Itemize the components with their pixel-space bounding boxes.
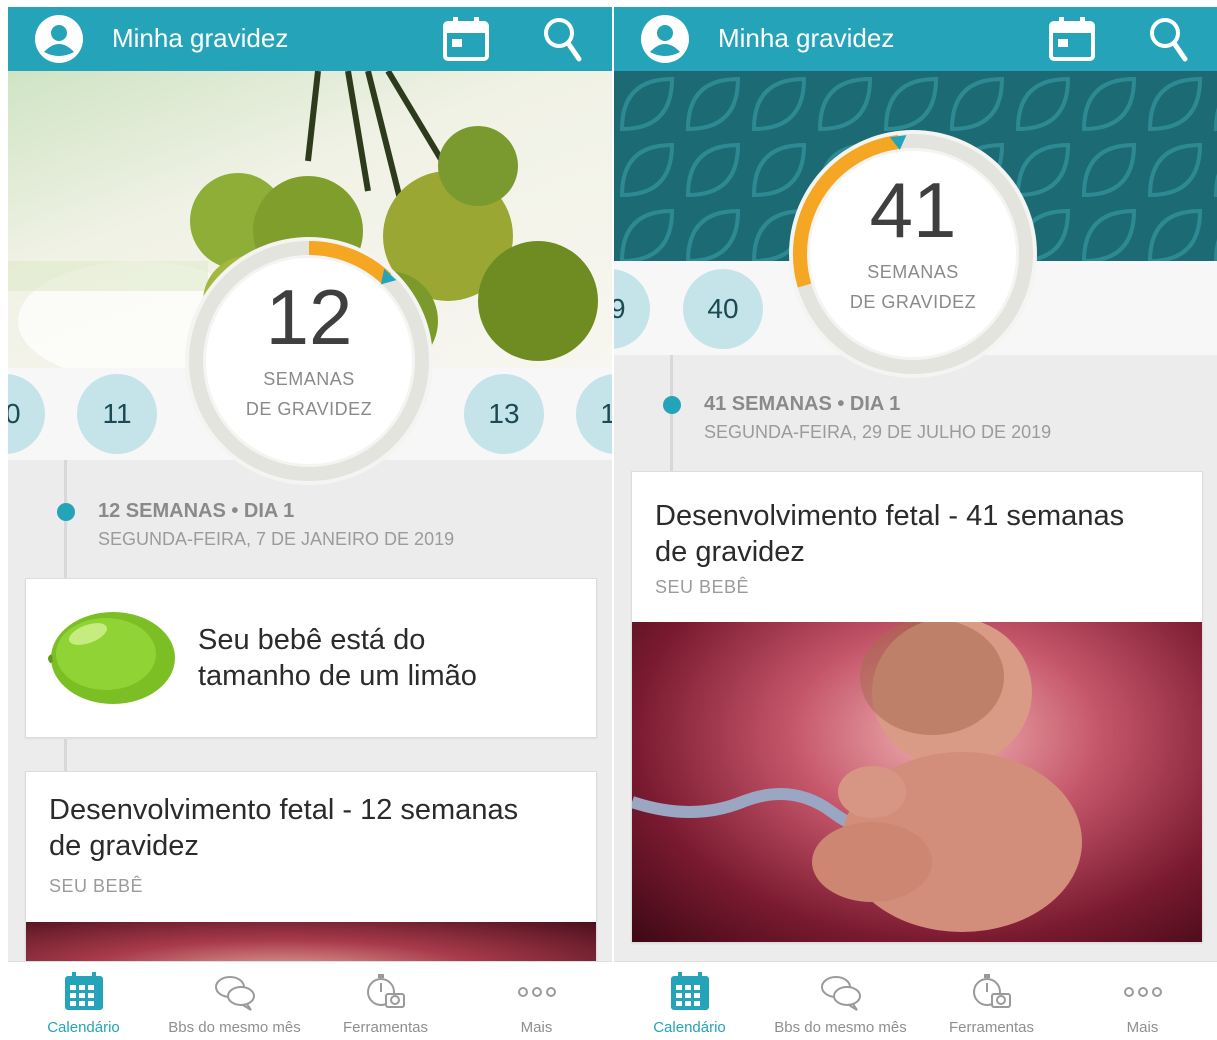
tab-calendar[interactable]: Calendário xyxy=(8,962,159,1040)
weeks-progress-ring[interactable]: 12 SEMANAS DE GRAVIDEZ xyxy=(184,236,434,486)
screen-week-12: Minha gravidez 10 11 13 xyxy=(8,7,612,1040)
timeline-dot xyxy=(57,503,75,521)
tab-more[interactable]: Mais xyxy=(461,962,612,1040)
timeline-dot xyxy=(663,396,681,414)
tab-same-month-babies[interactable]: Bbs do mesmo mês xyxy=(765,962,916,1040)
size-text-line1: Seu bebê está do xyxy=(198,624,426,656)
tab-label: Ferramentas xyxy=(342,1019,429,1036)
app-header: Minha gravidez xyxy=(614,7,1217,71)
fetus-image xyxy=(632,622,1202,942)
card-subtitle: SEU BEBÊ xyxy=(49,876,144,896)
bottom-tab-bar: Calendário Bbs do mesmo mês Ferramentas xyxy=(614,961,1217,1040)
tools-icon xyxy=(972,974,1011,1008)
header-title: Minha gravidez xyxy=(112,23,289,53)
fetal-development-card[interactable]: Desenvolvimento fetal - 12 semanas de gr… xyxy=(25,771,597,973)
ring-label-line1: SEMANAS xyxy=(263,369,355,389)
day-date: SEGUNDA-FEIRA, 29 DE JULHO DE 2019 xyxy=(704,422,1052,442)
screen-week-41: Minha gravidez 39 40 xyxy=(614,7,1217,1040)
weeks-progress-ring[interactable]: 41 SEMANAS DE GRAVIDEZ xyxy=(788,129,1038,379)
calendar-icon[interactable] xyxy=(1048,16,1096,62)
card-title-line1: Desenvolvimento fetal - 12 semanas xyxy=(49,794,519,826)
lime-icon xyxy=(48,612,175,704)
card-title-line2: de gravidez xyxy=(49,830,199,862)
ring-label-line2: DE GRAVIDEZ xyxy=(245,399,373,419)
chat-bubbles-icon xyxy=(820,976,861,1011)
tab-label: Bbs do mesmo mês xyxy=(774,1019,907,1036)
tab-label: Calendário xyxy=(47,1019,120,1036)
day-title: 12 SEMANAS • DIA 1 xyxy=(98,500,295,522)
tab-label: Calendário xyxy=(653,1019,726,1036)
ring-label-line1: SEMANAS xyxy=(867,262,959,282)
week-circle[interactable]: 13 xyxy=(464,374,544,454)
more-dots-icon xyxy=(517,987,556,997)
tab-tools[interactable]: Ferramentas xyxy=(916,962,1067,1040)
tab-label: Ferramentas xyxy=(948,1019,1035,1036)
week-circle[interactable]: 40 xyxy=(683,269,763,349)
tab-more[interactable]: Mais xyxy=(1067,962,1217,1040)
user-avatar-icon[interactable] xyxy=(34,14,84,64)
calendar-grid-icon xyxy=(64,972,103,1010)
week-circle[interactable]: 39 xyxy=(614,269,650,349)
calendar-grid-icon xyxy=(670,972,709,1010)
search-icon[interactable] xyxy=(542,15,582,63)
ring-label-line2: DE GRAVIDEZ xyxy=(849,292,977,312)
chat-bubbles-icon xyxy=(214,976,255,1011)
week-number: 41 xyxy=(869,166,957,254)
calendar-icon[interactable] xyxy=(442,16,490,62)
week-circle[interactable]: 14 xyxy=(576,374,612,454)
app-header: Minha gravidez xyxy=(8,7,612,71)
user-avatar-icon[interactable] xyxy=(640,14,690,64)
day-title: 41 SEMANAS • DIA 1 xyxy=(704,393,901,415)
week-circle[interactable]: 10 xyxy=(8,374,45,454)
tab-same-month-babies[interactable]: Bbs do mesmo mês xyxy=(159,962,310,1040)
card-title-line1: Desenvolvimento fetal - 41 semanas xyxy=(655,500,1125,532)
baby-size-card[interactable]: Seu bebê está do tamanho de um limão xyxy=(25,578,597,738)
card-title-line2: de gravidez xyxy=(655,536,805,568)
tab-label: Bbs do mesmo mês xyxy=(168,1019,301,1036)
tab-calendar[interactable]: Calendário xyxy=(614,962,765,1040)
week-number: 12 xyxy=(265,273,353,361)
search-icon[interactable] xyxy=(1148,15,1188,63)
week-circle[interactable]: 11 xyxy=(77,374,157,454)
more-dots-icon xyxy=(1123,987,1162,997)
card-subtitle: SEU BEBÊ xyxy=(655,577,750,597)
timeline-line xyxy=(64,460,67,590)
fetal-development-card[interactable]: Desenvolvimento fetal - 41 semanas de gr… xyxy=(631,471,1203,943)
tab-label: Mais xyxy=(520,1019,553,1036)
size-text-line2: tamanho de um limão xyxy=(198,660,477,692)
day-date: SEGUNDA-FEIRA, 7 DE JANEIRO DE 2019 xyxy=(98,529,455,549)
tab-tools[interactable]: Ferramentas xyxy=(310,962,461,1040)
header-title: Minha gravidez xyxy=(718,23,895,53)
tools-icon xyxy=(366,974,405,1008)
tab-label: Mais xyxy=(1126,1019,1159,1036)
bottom-tab-bar: Calendário Bbs do mesmo mês Ferramentas xyxy=(8,961,612,1040)
timeline-line xyxy=(670,355,673,473)
